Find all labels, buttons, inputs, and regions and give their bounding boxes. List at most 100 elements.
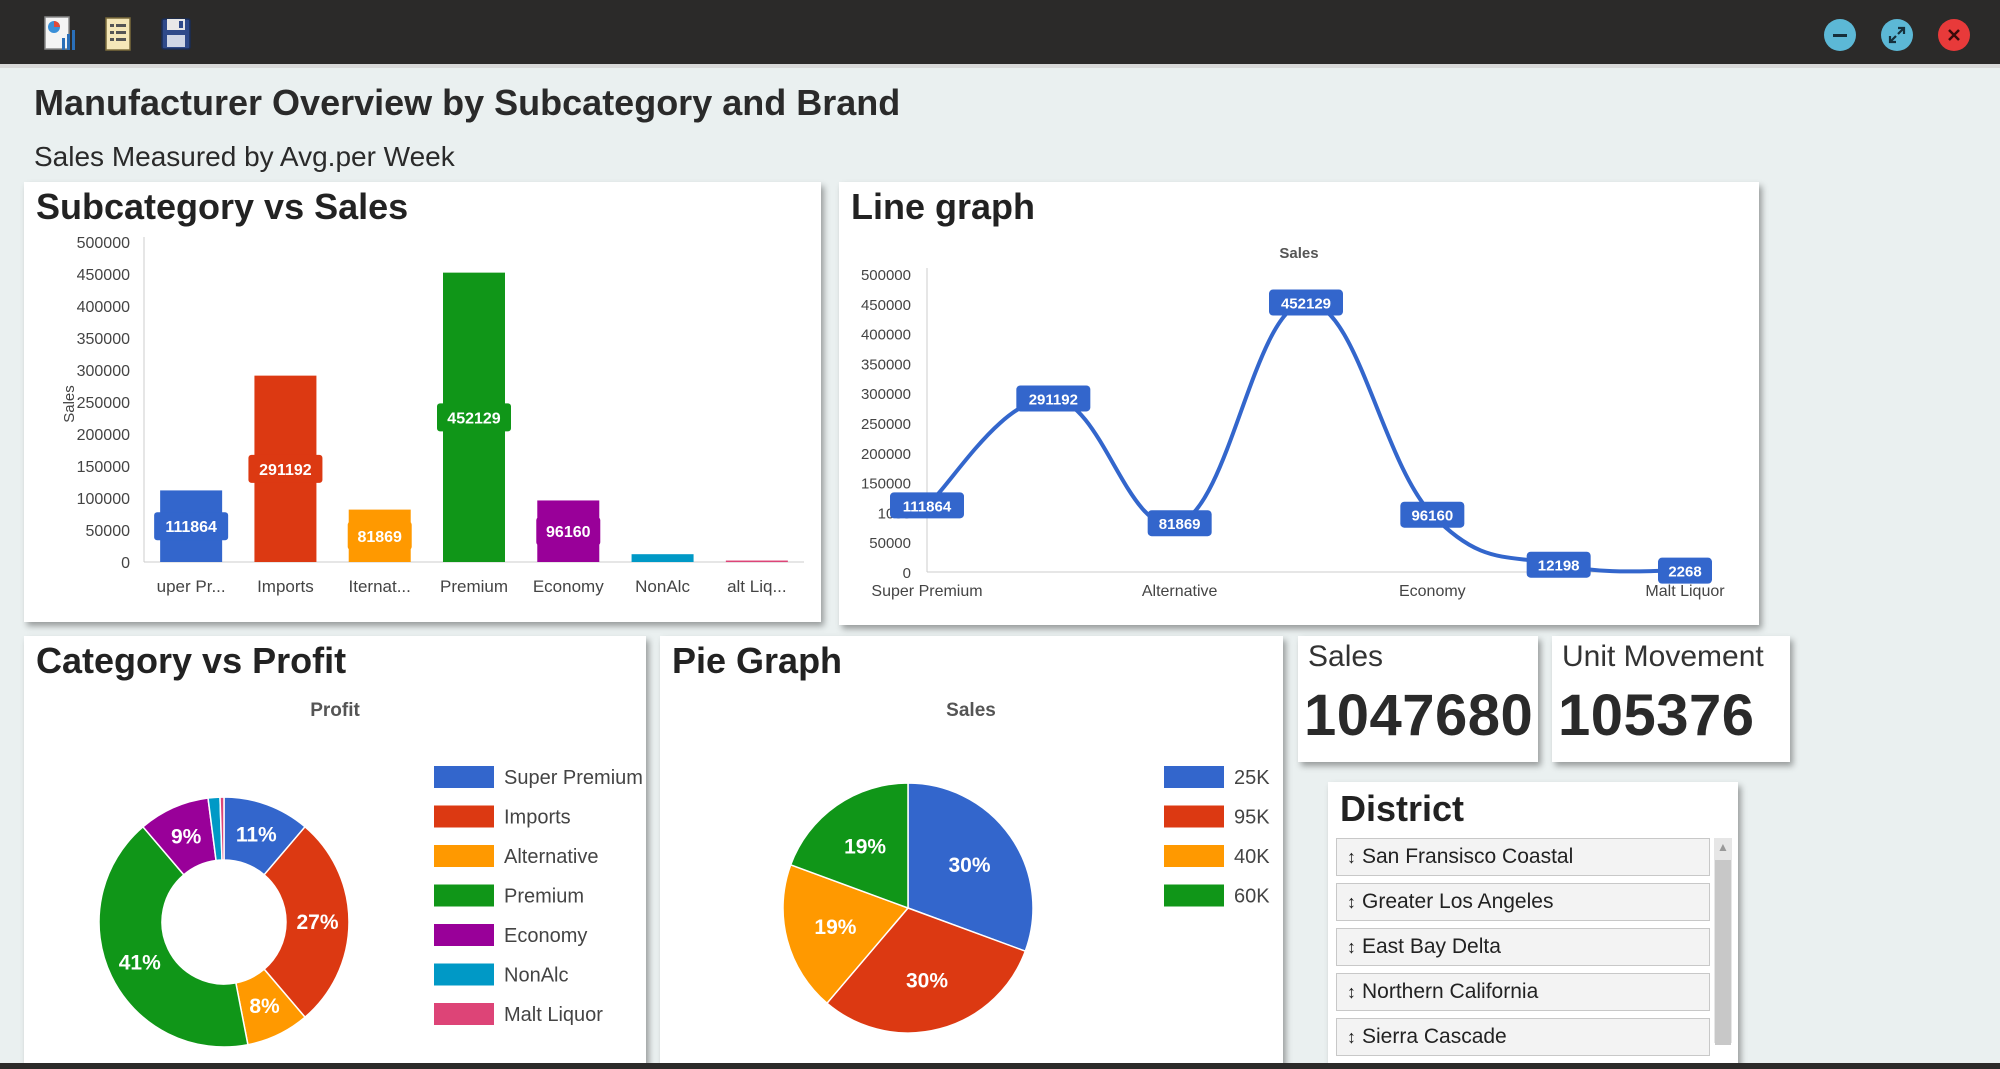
bar (631, 554, 694, 562)
legend-label: NonAlc (504, 965, 568, 987)
x-tick-label: uper Pr... (157, 577, 226, 596)
sort-arrows-icon: ↕ (1347, 891, 1356, 912)
slice-label: 30% (948, 854, 990, 877)
legend-label: Alternative (504, 846, 599, 868)
bar-data-label: 111864 (165, 519, 217, 536)
slice-label: 8% (249, 995, 280, 1018)
y-tick-label: 450000 (77, 267, 130, 284)
bar-data-label: 81869 (357, 529, 402, 546)
slice-label: 11% (236, 823, 277, 846)
y-tick-label: 200000 (77, 427, 130, 444)
sort-arrows-icon: ↕ (1347, 1026, 1356, 1047)
donut-chart-card: Category vs Profit Profit 11% 27% 8% 41% 9% Su… (24, 636, 646, 1069)
district-item[interactable]: ↕ East Bay Delta (1336, 928, 1710, 966)
legend-label: 40K (1234, 846, 1270, 868)
maximize-icon[interactable] (1881, 19, 1913, 51)
line-chart: Sales50000045000040000035000030000025000… (861, 245, 1725, 600)
y-tick-label: 0 (903, 565, 911, 582)
slice-label: 19% (844, 835, 886, 858)
close-icon[interactable] (1938, 19, 1970, 51)
y-tick-label: 400000 (861, 327, 911, 344)
line-chart-series-title: Sales (1279, 245, 1318, 262)
x-tick-label: Super Premium (871, 583, 982, 600)
slice-label: 27% (296, 911, 338, 934)
floppy-save-icon[interactable] (156, 14, 196, 54)
pie-series-title: Sales (946, 700, 996, 721)
pie-chart: Sales 30% 30% 19% 19% 25K 95K 40K 60K (782, 700, 1270, 1034)
donut-series-title: Profit (310, 700, 360, 721)
x-tick-label: Iternat... (349, 577, 411, 596)
page-subtitle: Sales Measured by Avg.per Week (34, 141, 455, 172)
line-data-label: 452129 (1281, 296, 1331, 313)
y-tick-label: 250000 (77, 395, 130, 412)
legend-swatch (1164, 766, 1224, 788)
district-item[interactable]: ↕ Northern California (1336, 973, 1710, 1011)
legend-label: Premium (504, 886, 584, 908)
y-tick-label: 50000 (86, 523, 131, 540)
y-tick-label: 450000 (861, 297, 911, 314)
y-tick-label: 100000 (77, 491, 130, 508)
scroll-up-arrow-icon[interactable]: ▲ (1714, 838, 1732, 856)
sort-arrows-icon: ↕ (1347, 981, 1356, 1002)
slice-label: 9% (171, 826, 202, 849)
line-data-label: 12198 (1538, 558, 1580, 575)
district-item[interactable]: ↕ Greater Los Angeles (1336, 883, 1710, 921)
x-tick-label: Economy (533, 577, 604, 596)
district-item[interactable]: ↕ Sierra Cascade (1336, 1018, 1710, 1056)
district-title: District (1340, 788, 1465, 829)
y-tick-label: 300000 (77, 363, 130, 380)
x-tick-label: Economy (1399, 583, 1466, 600)
y-tick-label: 500000 (77, 235, 130, 252)
y-tick-label: 0 (121, 555, 130, 572)
legend-swatch (434, 805, 494, 828)
y-axis-title: Sales (61, 385, 78, 423)
x-tick-label: Alternative (1142, 583, 1218, 600)
sort-arrows-icon: ↕ (1347, 846, 1356, 867)
line-data-label: 96160 (1411, 508, 1453, 525)
district-card: District ↕ San Fransisco Coastal ↕ Greater… (1328, 782, 1738, 1069)
y-tick-label: 350000 (77, 331, 130, 348)
y-tick-label: 150000 (77, 459, 130, 476)
slice-label: 30% (906, 970, 948, 993)
y-tick-label: 500000 (861, 267, 911, 284)
kpi-sales-label: Sales (1308, 640, 1384, 673)
x-tick-label: NonAlc (635, 577, 690, 596)
district-item[interactable]: ↕ San Fransisco Coastal (1336, 838, 1710, 876)
y-tick-label: 50000 (869, 535, 911, 552)
legend-label: Malt Liquor (504, 1004, 603, 1026)
kpi-units-value: 105376 (1558, 683, 1755, 748)
line-data-label: 81869 (1159, 516, 1201, 533)
x-tick-label: alt Liq... (727, 577, 787, 596)
legend-swatch (434, 845, 494, 867)
line-data-label: 291192 (1029, 391, 1078, 408)
x-tick-label: Imports (257, 577, 314, 596)
legend-swatch (434, 1003, 494, 1025)
legend-swatch (1164, 805, 1224, 828)
line-chart-card: Line graph Sales 500000 450000 400000 350000… (839, 182, 1759, 625)
y-tick-label: 150000 (861, 476, 911, 493)
legend-label: Imports (504, 807, 571, 829)
district-scroll-thumb[interactable] (1715, 860, 1731, 1045)
pie-chart-card: Pie Graph Sales 30% 30% 19% 19% 25K 95K 40K 60K (660, 636, 1283, 1069)
y-tick-label: 350000 (861, 356, 911, 373)
line-data-label: 111864 (903, 498, 952, 515)
slice-label: 19% (814, 916, 856, 939)
bottom-strip (0, 1063, 2000, 1069)
legend-label: 25K (1234, 767, 1270, 789)
y-tick-label: 300000 (861, 386, 911, 403)
minimize-icon[interactable] (1824, 19, 1856, 51)
x-tick-label: Premium (440, 577, 508, 596)
legend-label: 60K (1234, 886, 1270, 908)
bar-data-label: 291192 (259, 462, 312, 479)
legend-label: Economy (504, 925, 587, 947)
legend-swatch (1164, 884, 1224, 907)
bar (725, 560, 788, 563)
x-tick-label: Malt Liquor (1645, 583, 1725, 600)
y-tick-label: 200000 (861, 446, 911, 463)
kpi-units-label: Unit Movement (1562, 640, 1764, 673)
bar-data-label: 96160 (546, 524, 591, 541)
report-chart-icon[interactable] (40, 14, 80, 54)
slice-label: 41% (119, 952, 161, 975)
document-list-icon[interactable] (98, 14, 138, 54)
y-tick-label: 400000 (77, 299, 130, 316)
